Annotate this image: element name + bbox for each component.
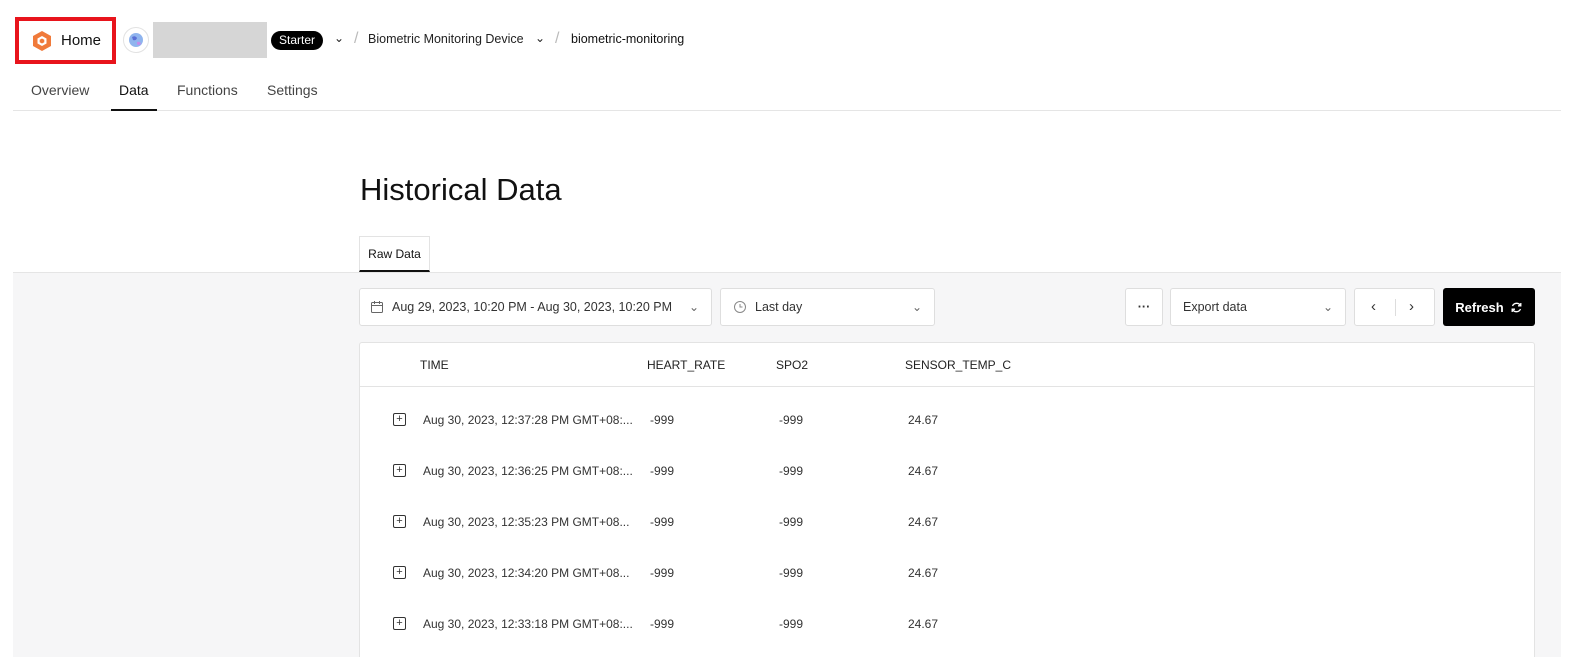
expand-row-icon[interactable]: + bbox=[393, 566, 406, 579]
cell-time: Aug 30, 2023, 12:36:25 PM GMT+08:... bbox=[423, 464, 633, 478]
tab-data[interactable]: Data bbox=[111, 82, 157, 111]
org-avatar[interactable] bbox=[123, 27, 149, 53]
column-header-time[interactable]: TIME bbox=[420, 358, 449, 372]
cell-heart-rate: -999 bbox=[650, 413, 675, 427]
cell-time: Aug 30, 2023, 12:37:28 PM GMT+08:... bbox=[423, 413, 633, 427]
cell-time: Aug 30, 2023, 12:33:18 PM GMT+08:... bbox=[423, 617, 633, 631]
plan-badge: Starter bbox=[271, 31, 324, 50]
column-header-sensor-temp[interactable]: SENSOR_TEMP_C bbox=[905, 358, 1011, 372]
cell-spo2: -999 bbox=[779, 413, 804, 427]
column-header-heart-rate[interactable]: HEART_RATE bbox=[647, 358, 725, 372]
cell-time: Aug 30, 2023, 12:35:23 PM GMT+08... bbox=[423, 515, 630, 529]
device-chevron-down-icon[interactable]: ⌄ bbox=[535, 31, 545, 45]
period-value: Last day bbox=[755, 300, 803, 314]
expand-row-icon[interactable]: + bbox=[393, 617, 406, 630]
breadcrumb-separator: / bbox=[555, 30, 560, 47]
cell-sensor-temp: 24.67 bbox=[908, 617, 939, 631]
table-row[interactable]: + Aug 30, 2023, 12:36:25 PM GMT+08:... -… bbox=[360, 464, 1534, 515]
pagination-control: ‹ › bbox=[1354, 288, 1435, 326]
breadcrumb-device[interactable]: Biometric Monitoring Device bbox=[368, 32, 524, 46]
cell-heart-rate: -999 bbox=[650, 566, 675, 580]
globe-avatar-icon bbox=[129, 33, 143, 47]
table-row[interactable]: + Aug 30, 2023, 12:34:20 PM GMT+08... -9… bbox=[360, 566, 1534, 617]
cell-sensor-temp: 24.67 bbox=[908, 413, 939, 427]
table-row[interactable]: + Aug 30, 2023, 12:37:28 PM GMT+08:... -… bbox=[360, 413, 1534, 464]
top-bar: Home Starter ⌄ / Biometric Monitoring De… bbox=[13, 0, 1565, 80]
page-title: Historical Data bbox=[360, 172, 562, 207]
cell-sensor-temp: 24.67 bbox=[908, 566, 939, 580]
next-page-icon[interactable]: › bbox=[1409, 298, 1414, 315]
org-name-redacted[interactable] bbox=[153, 22, 267, 58]
tab-functions[interactable]: Functions bbox=[177, 82, 238, 111]
cell-heart-rate: -999 bbox=[650, 464, 675, 478]
refresh-button[interactable]: Refresh bbox=[1443, 288, 1535, 326]
pager-divider bbox=[1395, 299, 1396, 316]
export-placeholder: Export data bbox=[1183, 300, 1247, 314]
tab-settings[interactable]: Settings bbox=[267, 82, 318, 111]
cell-heart-rate: -999 bbox=[650, 617, 675, 631]
refresh-icon bbox=[1511, 302, 1522, 312]
breadcrumb-project[interactable]: biometric-monitoring bbox=[571, 32, 684, 46]
calendar-icon bbox=[371, 301, 383, 313]
export-data-select[interactable]: Export data ⌄ bbox=[1170, 288, 1346, 326]
main-tabs: Overview Data Functions Settings bbox=[13, 80, 1561, 111]
table-row[interactable]: + Aug 30, 2023, 12:33:18 PM GMT+08:... -… bbox=[360, 617, 1534, 657]
home-button[interactable]: Home bbox=[15, 17, 116, 64]
tab-overview[interactable]: Overview bbox=[31, 82, 89, 111]
cell-spo2: -999 bbox=[779, 617, 804, 631]
more-options-button[interactable]: ··· bbox=[1125, 288, 1163, 326]
org-chevron-down-icon[interactable]: ⌄ bbox=[334, 31, 344, 45]
data-table: TIME HEART_RATE SPO2 SENSOR_TEMP_C + Aug… bbox=[359, 342, 1535, 657]
cell-spo2: -999 bbox=[779, 515, 804, 529]
breadcrumb-separator: / bbox=[354, 30, 359, 47]
more-icon: ··· bbox=[1137, 300, 1151, 314]
tab-raw-data[interactable]: Raw Data bbox=[359, 236, 430, 272]
expand-row-icon[interactable]: + bbox=[393, 515, 406, 528]
prev-page-icon[interactable]: ‹ bbox=[1371, 298, 1376, 315]
cell-time: Aug 30, 2023, 12:34:20 PM GMT+08... bbox=[423, 566, 630, 580]
cell-sensor-temp: 24.67 bbox=[908, 464, 939, 478]
refresh-label: Refresh bbox=[1455, 299, 1504, 315]
table-row[interactable]: + Aug 30, 2023, 12:35:23 PM GMT+08... -9… bbox=[360, 515, 1534, 566]
chevron-down-icon: ⌄ bbox=[911, 300, 922, 314]
date-range-picker[interactable]: Aug 29, 2023, 10:20 PM - Aug 30, 2023, 1… bbox=[359, 288, 712, 326]
expand-row-icon[interactable]: + bbox=[393, 413, 406, 426]
chevron-down-icon: ⌄ bbox=[688, 300, 699, 314]
home-label: Home bbox=[61, 32, 102, 49]
cell-heart-rate: -999 bbox=[650, 515, 675, 529]
date-range-value: Aug 29, 2023, 10:20 PM - Aug 30, 2023, 1… bbox=[392, 300, 673, 314]
expand-row-icon[interactable]: + bbox=[393, 464, 406, 477]
cell-sensor-temp: 24.67 bbox=[908, 515, 939, 529]
period-select[interactable]: Last day ⌄ bbox=[720, 288, 935, 326]
brand-logo-icon bbox=[33, 30, 51, 51]
chevron-down-icon: ⌄ bbox=[1322, 300, 1333, 314]
column-header-spo2[interactable]: SPO2 bbox=[776, 358, 808, 372]
clock-icon bbox=[734, 301, 746, 313]
cell-spo2: -999 bbox=[779, 566, 804, 580]
cell-spo2: -999 bbox=[779, 464, 804, 478]
table-header: TIME HEART_RATE SPO2 SENSOR_TEMP_C bbox=[360, 343, 1534, 387]
